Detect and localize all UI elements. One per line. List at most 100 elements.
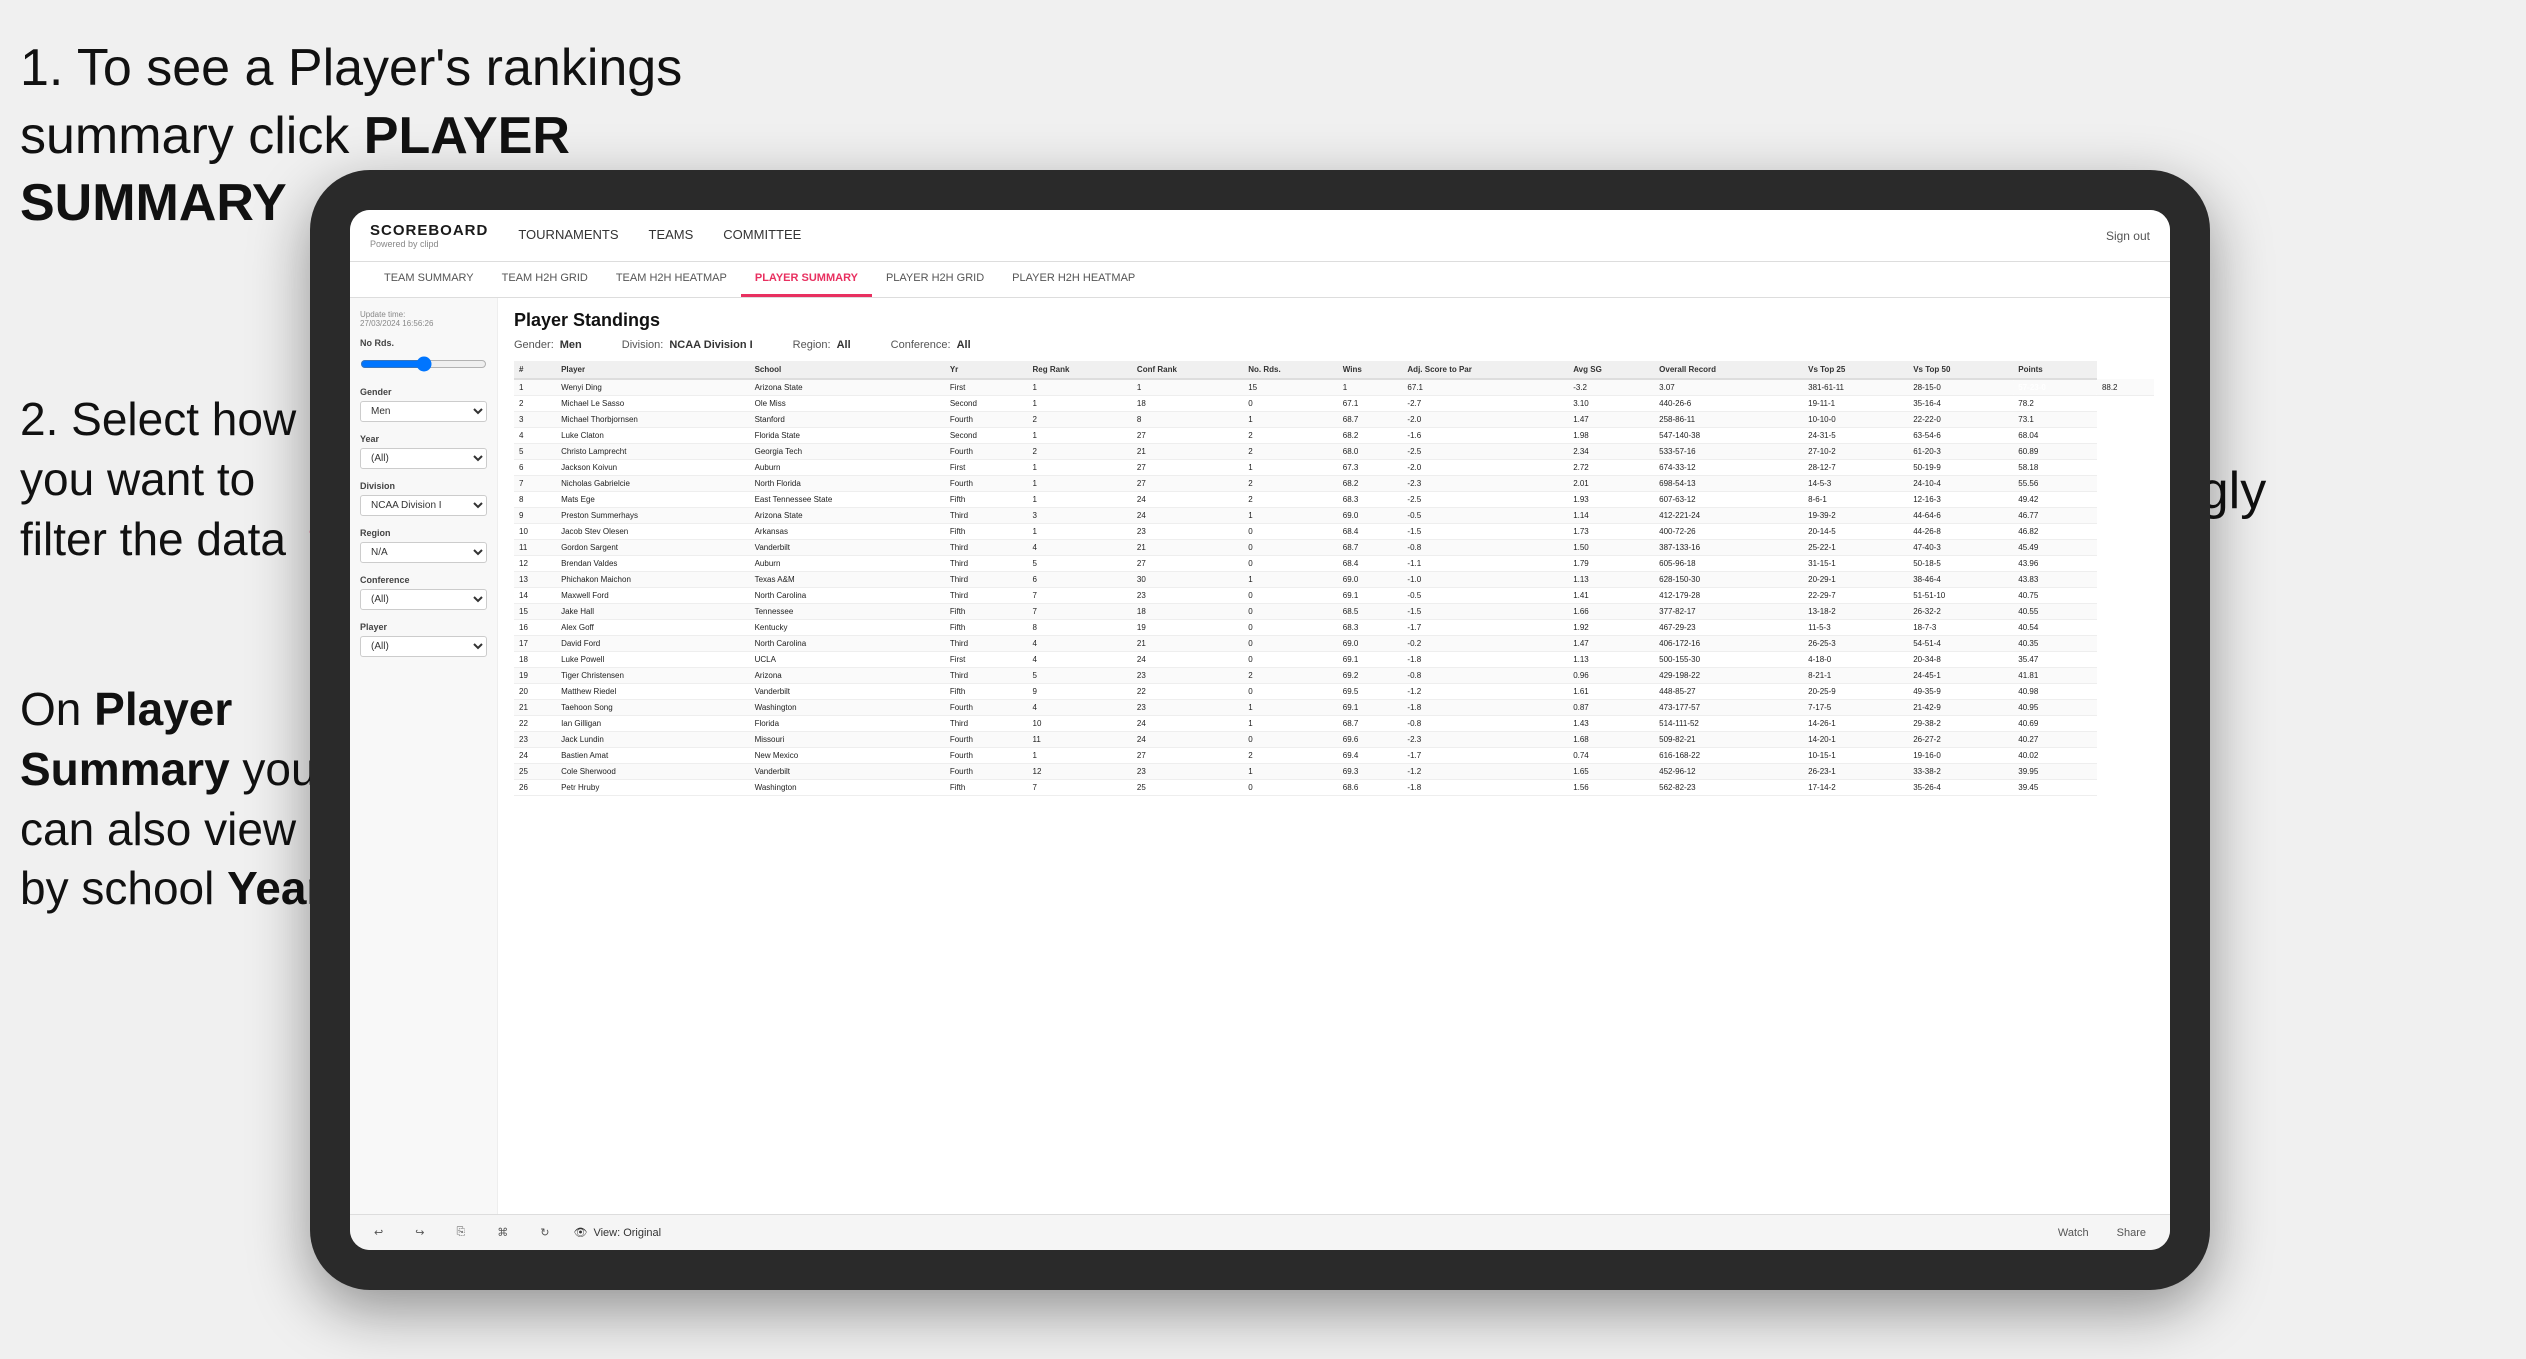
table-cell: Florida State — [750, 428, 945, 444]
table-cell: Brendan Valdes — [556, 556, 750, 572]
table-row[interactable]: 24Bastien AmatNew MexicoFourth127269.4-1… — [514, 748, 2154, 764]
nav-teams[interactable]: TEAMS — [649, 223, 694, 248]
table-cell: -2.0 — [1402, 412, 1568, 428]
filter-gender-value: Men — [560, 339, 582, 351]
copy-btn[interactable]: ⎘ — [448, 1222, 473, 1243]
paste-btn[interactable]: ⌘ — [489, 1222, 516, 1243]
table-cell: -2.5 — [1402, 444, 1568, 460]
table-cell: Fifth — [945, 604, 1028, 620]
conference-select[interactable]: (All) — [360, 589, 487, 610]
tab-team-h2h-heatmap[interactable]: TEAM H2H HEATMAP — [602, 262, 741, 297]
tab-player-h2h-heatmap[interactable]: PLAYER H2H HEATMAP — [998, 262, 1149, 297]
col-reg-rank[interactable]: Reg Rank — [1028, 361, 1132, 379]
col-yr[interactable]: Yr — [945, 361, 1028, 379]
table-row[interactable]: 5Christo LamprechtGeorgia TechFourth2212… — [514, 444, 2154, 460]
table-row[interactable]: 1Wenyi DingArizona StateFirst1115167.1-3… — [514, 379, 2154, 396]
table-row[interactable]: 9Preston SummerhaysArizona StateThird324… — [514, 508, 2154, 524]
table-row[interactable]: 7Nicholas GabrielcieNorth FloridaFourth1… — [514, 476, 2154, 492]
table-row[interactable]: 6Jackson KoivunAuburnFirst127167.3-2.02.… — [514, 460, 2154, 476]
year-select[interactable]: (All) First Second Third Fourth Fifth — [360, 448, 487, 469]
table-row[interactable]: 23Jack LundinMissouriFourth1124069.6-2.3… — [514, 732, 2154, 748]
table-row[interactable]: 11Gordon SargentVanderbiltThird421068.7-… — [514, 540, 2154, 556]
col-vs-top50[interactable]: Vs Top 50 — [1908, 361, 2013, 379]
table-row[interactable]: 18Luke PowellUCLAFirst424069.1-1.81.1350… — [514, 652, 2154, 668]
table-cell: 1 — [1028, 524, 1132, 540]
share-btn[interactable]: Share — [2109, 1223, 2154, 1243]
gender-select[interactable]: Men Women — [360, 401, 487, 422]
table-cell: 58.18 — [2013, 460, 2097, 476]
table-cell: 17 — [514, 636, 556, 652]
col-player[interactable]: Player — [556, 361, 750, 379]
col-no-rds[interactable]: No. Rds. — [1243, 361, 1338, 379]
tab-team-summary[interactable]: TEAM SUMMARY — [370, 262, 488, 297]
player-select[interactable]: (All) — [360, 636, 487, 657]
table-cell: 12-16-3 — [1908, 492, 2013, 508]
table-row[interactable]: 19Tiger ChristensenArizonaThird523269.2-… — [514, 668, 2154, 684]
col-school[interactable]: School — [750, 361, 945, 379]
table-cell: 1.47 — [1568, 636, 1654, 652]
table-cell: 21 — [1132, 444, 1243, 460]
table-cell: 1.56 — [1568, 780, 1654, 796]
table-cell: 10-15-1 — [1803, 748, 1908, 764]
division-select[interactable]: NCAA Division I — [360, 495, 487, 516]
table-cell: 16 — [514, 620, 556, 636]
sign-out-link[interactable]: Sign out — [2106, 229, 2150, 243]
table-row[interactable]: 2Michael Le SassoOle MissSecond118067.1-… — [514, 396, 2154, 412]
table-row[interactable]: 25Cole SherwoodVanderbiltFourth1223169.3… — [514, 764, 2154, 780]
table-row[interactable]: 14Maxwell FordNorth CarolinaThird723069.… — [514, 588, 2154, 604]
no-rds-slider[interactable] — [360, 356, 487, 372]
col-points[interactable]: Points — [2013, 361, 2097, 379]
refresh-btn[interactable]: ↻ — [532, 1222, 557, 1243]
tab-player-summary[interactable]: PLAYER SUMMARY — [741, 262, 872, 297]
table-row[interactable]: 10Jacob Stev OlesenArkansasFifth123068.4… — [514, 524, 2154, 540]
table-row[interactable]: 21Taehoon SongWashingtonFourth423169.1-1… — [514, 700, 2154, 716]
col-avg-sg[interactable]: Avg SG — [1568, 361, 1654, 379]
table-cell: -1.1 — [1402, 556, 1568, 572]
table-cell: 30 — [1132, 572, 1243, 588]
col-adj-score[interactable]: Adj. Score to Par — [1402, 361, 1568, 379]
table-cell: 0 — [1243, 396, 1338, 412]
table-cell: 68.3 — [1338, 620, 1403, 636]
table-cell: Christo Lamprecht — [556, 444, 750, 460]
table-row[interactable]: 3Michael ThorbjornsenStanfordFourth28168… — [514, 412, 2154, 428]
region-select[interactable]: N/A All — [360, 542, 487, 563]
tab-player-h2h-grid[interactable]: PLAYER H2H GRID — [872, 262, 998, 297]
table-cell: 26-27-2 — [1908, 732, 2013, 748]
table-cell: 616-168-22 — [1654, 748, 1803, 764]
table-row[interactable]: 12Brendan ValdesAuburnThird527068.4-1.11… — [514, 556, 2154, 572]
table-cell: 57-23-0 — [2013, 379, 2097, 396]
table-row[interactable]: 17David FordNorth CarolinaThird421069.0-… — [514, 636, 2154, 652]
table-cell: 14-20-1 — [1803, 732, 1908, 748]
table-row[interactable]: 4Luke ClatonFlorida StateSecond127268.2-… — [514, 428, 2154, 444]
table-row[interactable]: 15Jake HallTennesseeFifth718068.5-1.51.6… — [514, 604, 2154, 620]
table-row[interactable]: 16Alex GoffKentuckyFifth819068.3-1.71.92… — [514, 620, 2154, 636]
table-cell: Luke Powell — [556, 652, 750, 668]
table-row[interactable]: 22Ian GilliganFloridaThird1024168.7-0.81… — [514, 716, 2154, 732]
col-rank[interactable]: # — [514, 361, 556, 379]
col-vs-top25[interactable]: Vs Top 25 — [1803, 361, 1908, 379]
table-row[interactable]: 20Matthew RiedelVanderbiltFifth922069.5-… — [514, 684, 2154, 700]
table-cell: 23 — [514, 732, 556, 748]
table-row[interactable]: 13Phichakon MaichonTexas A&MThird630169.… — [514, 572, 2154, 588]
table-cell: 23 — [1132, 668, 1243, 684]
table-cell: -1.0 — [1402, 572, 1568, 588]
col-conf-rank[interactable]: Conf Rank — [1132, 361, 1243, 379]
table-cell: Auburn — [750, 460, 945, 476]
table-cell: 25-22-1 — [1803, 540, 1908, 556]
table-cell: 547-140-38 — [1654, 428, 1803, 444]
table-cell: Washington — [750, 700, 945, 716]
table-cell: 452-96-12 — [1654, 764, 1803, 780]
tab-team-h2h-grid[interactable]: TEAM H2H GRID — [488, 262, 602, 297]
table-row[interactable]: 26Petr HrubyWashingtonFifth725068.6-1.81… — [514, 780, 2154, 796]
watch-btn[interactable]: Watch — [2050, 1223, 2097, 1243]
table-row[interactable]: 8Mats EgeEast Tennessee StateFifth124268… — [514, 492, 2154, 508]
redo-btn[interactable]: ↪ — [407, 1222, 432, 1243]
col-wins[interactable]: Wins — [1338, 361, 1403, 379]
col-overall[interactable]: Overall Record — [1654, 361, 1803, 379]
nav-committee[interactable]: COMMITTEE — [723, 223, 801, 248]
nav-tournaments[interactable]: TOURNAMENTS — [518, 223, 618, 248]
table-cell: 0 — [1243, 556, 1338, 572]
undo-btn[interactable]: ↩ — [366, 1222, 391, 1243]
table-header: # Player School Yr Reg Rank Conf Rank No… — [514, 361, 2154, 379]
table-cell: 43.83 — [2013, 572, 2097, 588]
